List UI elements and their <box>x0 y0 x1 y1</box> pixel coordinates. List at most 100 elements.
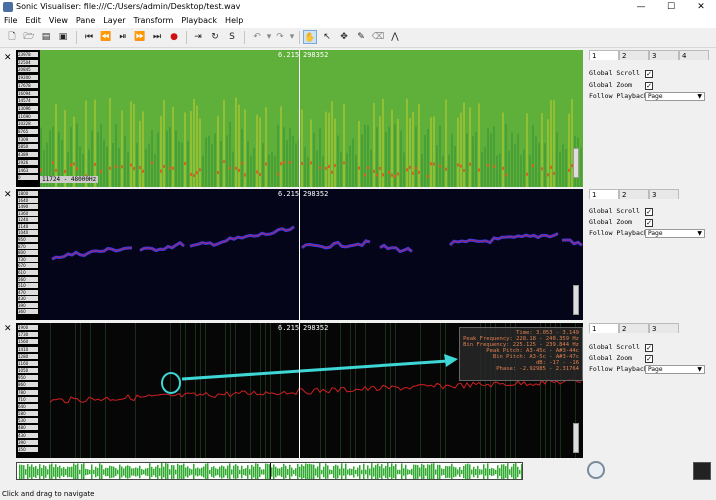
spectrogram-harmonic <box>406 168 408 172</box>
scale-tick-label: 1050 <box>18 368 38 373</box>
pane-close-icon[interactable]: ✕ <box>4 324 14 334</box>
menu-file[interactable]: File <box>0 14 21 28</box>
play-pause-icon[interactable]: ⏯ <box>116 30 130 44</box>
overview-waveform-bar <box>187 466 189 478</box>
playback-speed-dial[interactable] <box>587 461 605 479</box>
global-scroll-checkbox[interactable]: ✓ <box>645 208 653 216</box>
scale-tick-label: 1463 <box>18 167 38 173</box>
spectrogram-column <box>280 106 282 187</box>
overview-waveform-bar <box>491 467 493 477</box>
overview-waveform-bar <box>111 466 113 478</box>
close-button[interactable]: ✕ <box>686 0 716 14</box>
overview-waveform-bar <box>347 469 349 475</box>
measure-compass-icon[interactable]: ⋀ <box>388 30 402 44</box>
layer-tab-2[interactable]: 2 <box>619 323 649 333</box>
fast-forward-icon[interactable]: ⏩ <box>133 30 147 44</box>
vertical-zoom-slider[interactable] <box>573 148 579 178</box>
menu-edit[interactable]: Edit <box>21 14 45 28</box>
peak-frequency-view[interactable]: 6.215 298352 Time: 3.053 - 3.149 Peak Fr… <box>40 323 583 458</box>
spectrogram-column <box>493 126 495 187</box>
minimize-button[interactable]: — <box>626 0 656 14</box>
scale-tick-label: 950 <box>18 375 38 381</box>
menu-layer[interactable]: Layer <box>99 14 129 28</box>
menu-transform[interactable]: Transform <box>130 14 178 28</box>
overview-waveform-bar <box>399 469 401 475</box>
spectrogram-column <box>523 149 525 187</box>
overview-waveform[interactable] <box>16 462 523 480</box>
scale-tick-label: 20845 <box>18 67 38 73</box>
pane-close-icon[interactable]: ✕ <box>4 53 14 63</box>
overview-waveform-bar <box>19 464 21 479</box>
maximize-button[interactable]: ☐ <box>656 0 686 14</box>
pane-peak-frequency: ✕ 1900 1730 1560 1410 1280 1160 1050 950 860 780 7… <box>0 323 716 458</box>
overview-waveform-bar <box>47 469 49 475</box>
pitch-view[interactable]: 6.215 298352 <box>40 189 583 320</box>
layer-tab-3[interactable]: 3 <box>649 323 679 333</box>
menu-view[interactable]: View <box>45 14 72 28</box>
spectrogram-view[interactable]: 6.215 298352 11724 - 48000Hz <box>40 50 583 187</box>
record-icon[interactable]: ● <box>167 30 181 44</box>
overview-waveform-bar <box>203 466 205 478</box>
vertical-zoom-slider[interactable] <box>573 285 579 315</box>
layer-tab-1[interactable]: 1 <box>589 50 619 60</box>
overview-waveform-bar <box>163 466 165 478</box>
spectrogram-column <box>193 98 195 187</box>
scale-tick-label: 360 <box>18 309 38 315</box>
follow-playback-select[interactable]: Page ▼ <box>645 92 705 101</box>
open-recent-icon[interactable]: ▤ <box>39 30 53 44</box>
global-scroll-label: Global Scroll <box>589 207 640 215</box>
layer-tab-2[interactable]: 2 <box>619 189 649 199</box>
overview-waveform-bar <box>85 468 87 476</box>
overview-waveform-bar <box>359 465 361 479</box>
follow-playback-select[interactable]: Page ▼ <box>645 229 705 238</box>
menu-pane[interactable]: Pane <box>72 14 99 28</box>
overview-waveform-bar <box>335 464 337 479</box>
move-cross-icon[interactable]: ✥ <box>337 30 351 44</box>
overview-waveform-bar <box>147 468 149 476</box>
layer-tab-2[interactable]: 2 <box>619 50 649 60</box>
play-selection-icon[interactable]: ⇥ <box>191 30 205 44</box>
loop-icon[interactable]: ↻ <box>208 30 222 44</box>
global-zoom-checkbox[interactable]: ✓ <box>645 82 653 90</box>
follow-playback-select[interactable]: Page ▼ <box>645 365 705 374</box>
peak-column <box>395 323 396 458</box>
save-icon[interactable]: ▣ <box>56 30 70 44</box>
solo-icon[interactable]: S <box>225 30 239 44</box>
overview-waveform-bar <box>117 469 119 475</box>
spectrogram-column <box>358 120 360 187</box>
overview-waveform-bar <box>515 463 517 479</box>
menu-playback[interactable]: Playback <box>177 14 221 28</box>
select-arrow-icon[interactable]: ↖ <box>320 30 334 44</box>
open-folder-icon[interactable]: 🗁 <box>22 30 36 44</box>
overview-waveform-bar <box>325 463 327 479</box>
global-scroll-checkbox[interactable]: ✓ <box>645 70 653 78</box>
forward-end-icon[interactable]: ⏭ <box>150 30 164 44</box>
rewind-start-icon[interactable]: ⏮ <box>82 30 96 44</box>
global-zoom-checkbox[interactable]: ✓ <box>645 355 653 363</box>
vertical-zoom-slider[interactable] <box>573 423 579 453</box>
spectrogram-column <box>274 155 276 187</box>
navigate-hand-icon[interactable]: ✋ <box>303 30 317 44</box>
erase-icon[interactable]: ⌫ <box>371 30 385 44</box>
spectrogram-harmonic <box>487 163 489 167</box>
scale-tick-label: 1730 <box>18 332 38 338</box>
rewind-icon[interactable]: ⏪ <box>99 30 113 44</box>
redo-dropdown-icon[interactable]: ▾ <box>285 30 299 44</box>
spectrogram-column <box>226 135 228 187</box>
pane-close-icon[interactable]: ✕ <box>4 190 14 200</box>
layer-tab-1[interactable]: 1 <box>589 189 619 199</box>
new-file-icon[interactable]: 🗋 <box>5 30 19 44</box>
spectrogram-harmonic <box>277 172 279 176</box>
spectrogram-column <box>175 130 177 187</box>
layer-tab-3[interactable]: 3 <box>649 50 679 60</box>
draw-pencil-icon[interactable]: ✎ <box>354 30 368 44</box>
layer-tab-1[interactable]: 1 <box>589 323 619 333</box>
layer-tab-3[interactable]: 3 <box>649 189 679 199</box>
spectrogram-column <box>214 133 216 187</box>
overview-waveform-bar <box>57 467 59 477</box>
spectrogram-harmonic <box>241 161 243 165</box>
global-zoom-checkbox[interactable]: ✓ <box>645 219 653 227</box>
menu-help[interactable]: Help <box>221 14 247 28</box>
layer-tab-4[interactable]: 4 <box>679 50 709 60</box>
global-scroll-checkbox[interactable]: ✓ <box>645 344 653 352</box>
